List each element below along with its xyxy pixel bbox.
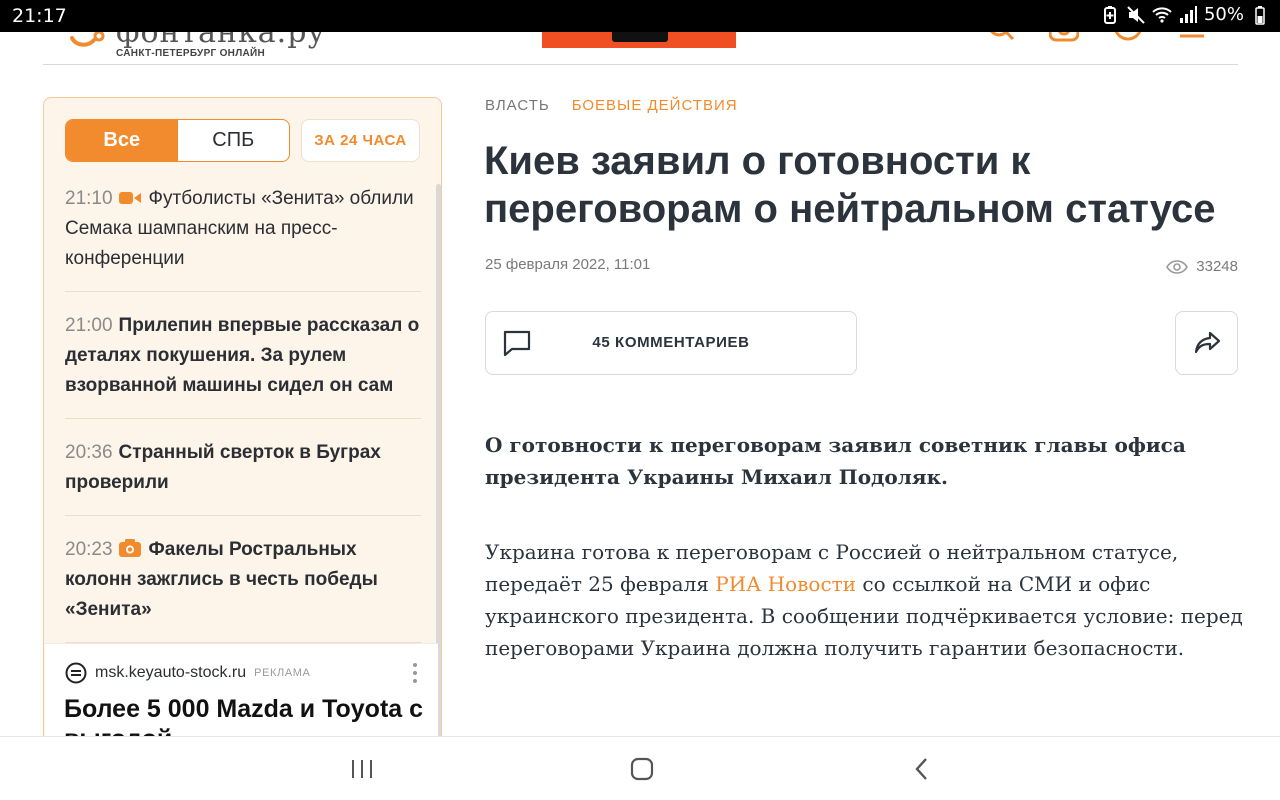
status-time: 21:17 (12, 5, 67, 27)
news-feed-panel: Все СПБ ЗА 24 ЧАСА 21:10 Футболисты «Зени… (43, 97, 442, 757)
breadcrumb: ВЛАСТЬ БОЕВЫЕ ДЕЙСТВИЯ (485, 97, 738, 114)
battery-icon (1255, 5, 1265, 25)
article-lead: О готовности к переговорам заявил советн… (485, 433, 1186, 489)
logo-mark-icon (70, 32, 105, 47)
article-title: Киев заявил о готовности к переговорам о… (484, 139, 1216, 231)
header-banner[interactable] (542, 32, 736, 48)
site-header: фонтанка.ру САНКТ-ПЕТЕРБУРГ ОНЛАЙН (0, 32, 1280, 66)
ria-news-link[interactable]: РИА Новости (715, 572, 856, 596)
news-item-headline: Прилепин впервые рассказал о деталях пок… (65, 315, 420, 396)
ad-label: РЕКЛАМА (254, 667, 311, 679)
more-options-icon[interactable] (412, 662, 418, 684)
comments-button[interactable]: 45 КОММЕНТАРИЕВ (485, 311, 857, 375)
photo-icon (118, 539, 141, 557)
news-item-time: 20:36 (65, 442, 113, 463)
recent-apps-icon[interactable] (347, 755, 377, 783)
news-item[interactable]: 20:23 Факелы Ростральных колонн зажглись … (65, 531, 421, 643)
site-logo[interactable]: фонтанка.ру САНКТ-ПЕТЕРБУРГ ОНЛАЙН (68, 32, 326, 59)
period-24h-button[interactable]: ЗА 24 ЧАСА (301, 119, 420, 162)
signal-icon (1179, 5, 1197, 23)
article-date: 25 февраля 2022, 11:01 (485, 256, 651, 273)
news-item-time: 21:00 (65, 315, 113, 336)
banner-logo (612, 32, 668, 42)
home-icon[interactable] (627, 755, 657, 783)
ad-source-domain: msk.keyauto-stock.ru (95, 664, 247, 681)
back-icon[interactable] (907, 755, 937, 783)
news-item[interactable]: 21:00 Прилепин впервые рассказал о деталя… (65, 307, 421, 419)
breadcrumb-power[interactable]: ВЛАСТЬ (485, 97, 550, 114)
news-item-headline: Футболисты «Зенита» облили Семака шампан… (65, 188, 414, 269)
views-count: 33248 (1196, 258, 1238, 275)
comments-label: 45 КОММЕНТАРИЕВ (592, 334, 750, 351)
camera-icon[interactable] (1049, 32, 1079, 44)
system-nav-bar (0, 736, 1280, 800)
news-item[interactable]: 20:36 Странный сверток в Буграх проверили (65, 434, 421, 516)
news-list: 21:10 Футболисты «Зенита» облили Семака ш… (65, 180, 421, 658)
share-icon (1194, 331, 1220, 354)
battery-percent: 50% (1203, 4, 1244, 25)
header-divider (43, 64, 1238, 65)
battery-saver-icon (1103, 5, 1116, 24)
article-body: Украина готова к переговорам с Россией о… (485, 536, 1255, 664)
news-item[interactable]: 21:10 Футболисты «Зенита» облили Семака ш… (65, 180, 421, 292)
news-item-time: 20:23 (65, 539, 113, 560)
share-button[interactable] (1175, 311, 1238, 375)
article-views: 33248 (1166, 258, 1238, 275)
status-icons: 50% (1100, 4, 1270, 25)
news-item-time: 21:10 (65, 188, 113, 209)
tab-spb[interactable]: СПБ (178, 120, 290, 161)
ad-source: msk.keyauto-stock.ru РЕКЛАМА (65, 662, 311, 684)
tab-all[interactable]: Все (66, 120, 178, 161)
status-bar: 21:17 50% (0, 0, 1280, 32)
logo-text: фонтанка.ру (116, 32, 327, 50)
news-region-tabs: Все СПБ (65, 119, 290, 162)
ad-brand-icon (65, 662, 87, 684)
eye-icon (1166, 259, 1189, 274)
search-icon[interactable] (986, 32, 1016, 44)
video-icon (118, 192, 141, 204)
wifi-icon (1152, 6, 1172, 23)
profile-icon[interactable] (1113, 32, 1143, 44)
mute-icon (1127, 5, 1145, 24)
menu-icon[interactable] (1178, 32, 1208, 44)
breadcrumb-combat[interactable]: БОЕВЫЕ ДЕЙСТВИЯ (572, 97, 738, 114)
